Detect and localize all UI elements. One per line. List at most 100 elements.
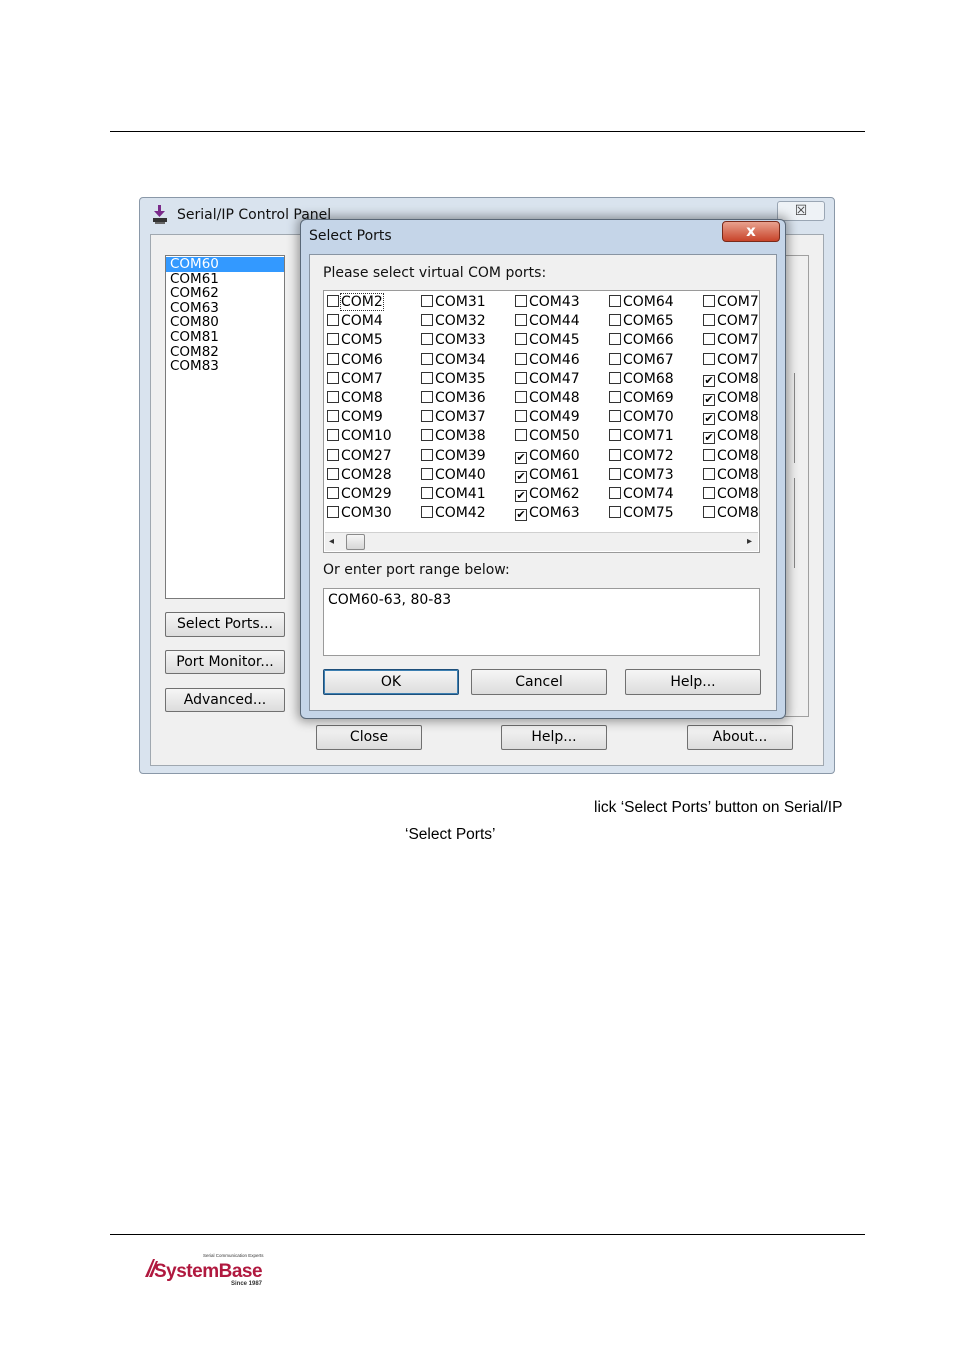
port-checkbox-item[interactable]: COM69 (609, 389, 674, 407)
port-checkbox-item[interactable]: COM42 (421, 504, 486, 522)
port-checkbox-item[interactable]: COM46 (515, 351, 580, 369)
checkbox-unchecked-icon[interactable] (421, 429, 433, 442)
checkbox-unchecked-icon[interactable] (703, 506, 715, 519)
port-checkbox-item[interactable]: COM5 (327, 331, 383, 349)
port-checkbox-item[interactable]: COM44 (515, 312, 580, 330)
port-checkbox-item[interactable]: COM30 (327, 504, 392, 522)
advanced-button[interactable]: Advanced... (165, 688, 285, 712)
scroll-left-icon[interactable]: ◂ (329, 536, 334, 547)
checkbox-unchecked-icon[interactable] (515, 429, 527, 442)
port-checkbox-item[interactable]: COM33 (421, 331, 486, 349)
port-checkbox-item[interactable]: COM64 (609, 293, 674, 311)
checkbox-checked-icon[interactable]: ✔ (515, 470, 527, 483)
checkbox-unchecked-icon[interactable] (327, 352, 339, 365)
port-checkbox-item[interactable]: COM6 (327, 351, 383, 369)
checkbox-unchecked-icon[interactable] (327, 506, 339, 519)
port-checkbox-item[interactable]: COM73 (609, 466, 674, 484)
scroll-right-icon[interactable]: ▸ (747, 536, 752, 547)
checkbox-unchecked-icon[interactable] (703, 448, 715, 461)
port-range-input[interactable]: COM60-63, 80-83 (323, 588, 760, 656)
scroll-thumb[interactable] (346, 534, 365, 550)
port-list-item[interactable]: COM83 (166, 359, 284, 374)
port-checkbox-item[interactable]: COM35 (421, 370, 486, 388)
port-monitor-button[interactable]: Port Monitor... (165, 650, 285, 674)
port-checkbox-item[interactable]: COM7 (327, 370, 383, 388)
checkbox-unchecked-icon[interactable] (515, 314, 527, 327)
port-list-item[interactable]: COM62 (166, 286, 284, 301)
port-checkbox-item[interactable]: COM38 (421, 427, 486, 445)
port-checkbox-item[interactable]: COM7 (703, 312, 759, 330)
checkbox-unchecked-icon[interactable] (609, 391, 621, 403)
port-checkbox-item[interactable]: COM41 (421, 485, 486, 503)
checkbox-unchecked-icon[interactable] (609, 295, 621, 307)
checkbox-unchecked-icon[interactable] (421, 314, 433, 327)
port-checkbox-item[interactable]: COM8 (703, 504, 759, 522)
port-checkbox-item[interactable]: COM70 (609, 408, 674, 426)
checkbox-unchecked-icon[interactable] (609, 448, 621, 461)
checkbox-unchecked-icon[interactable] (515, 352, 527, 365)
checkbox-unchecked-icon[interactable] (703, 314, 715, 327)
port-checkbox-item[interactable]: COM29 (327, 485, 392, 503)
checkbox-unchecked-icon[interactable] (703, 487, 715, 499)
port-checkbox-item[interactable]: COM7 (703, 351, 759, 369)
port-checkbox-item[interactable]: COM8 (703, 466, 759, 484)
port-list-item[interactable]: COM80 (166, 315, 284, 330)
port-checkbox-item[interactable]: COM43 (515, 293, 580, 311)
outer-help-button[interactable]: Help... (501, 725, 607, 750)
port-list-item[interactable]: COM61 (166, 271, 284, 287)
checkbox-unchecked-icon[interactable] (609, 314, 621, 327)
port-checkbox-item[interactable]: COM36 (421, 389, 486, 407)
port-list-item[interactable]: COM60 (166, 257, 284, 272)
port-checkbox-item[interactable]: COM49 (515, 408, 580, 426)
checkbox-unchecked-icon[interactable] (609, 506, 621, 519)
port-checkbox-item[interactable]: ✔ COM8 (703, 370, 759, 388)
port-checkbox-item[interactable]: COM8 (327, 389, 383, 407)
checkbox-checked-icon[interactable]: ✔ (515, 509, 527, 522)
port-checkbox-item[interactable]: ✔ COM63 (515, 504, 580, 522)
checkbox-unchecked-icon[interactable] (609, 333, 621, 346)
port-checkbox-item[interactable]: COM9 (327, 408, 383, 426)
port-checkbox-item[interactable]: COM45 (515, 331, 580, 349)
select-ports-button[interactable]: Select Ports... (165, 612, 285, 637)
checkbox-unchecked-icon[interactable] (327, 487, 339, 499)
port-checkbox-item[interactable]: COM74 (609, 485, 674, 503)
port-checkbox-item[interactable]: COM65 (609, 312, 674, 330)
port-checkbox-item[interactable]: ✔ COM8 (703, 408, 759, 426)
checkbox-unchecked-icon[interactable] (609, 371, 621, 384)
port-checkbox-item[interactable]: ✔ COM61 (515, 466, 580, 484)
ok-button[interactable]: OK (323, 669, 459, 695)
checkbox-unchecked-icon[interactable] (421, 467, 433, 480)
checkbox-unchecked-icon[interactable] (515, 391, 527, 403)
checkbox-unchecked-icon[interactable] (515, 410, 527, 423)
checkbox-unchecked-icon[interactable] (703, 467, 715, 480)
port-listbox[interactable]: COM60 COM61 COM62 COM63 COM80 COM81 COM82 COM83 (165, 255, 285, 599)
checkbox-unchecked-icon[interactable] (327, 467, 339, 480)
checkbox-unchecked-icon[interactable] (421, 333, 433, 346)
checkbox-unchecked-icon[interactable] (327, 410, 339, 423)
checkbox-unchecked-icon[interactable] (609, 487, 621, 499)
checkbox-unchecked-icon[interactable] (327, 429, 339, 442)
checkbox-unchecked-icon[interactable] (327, 333, 339, 346)
grid-horizontal-scrollbar[interactable]: ◂ ▸ (325, 532, 758, 551)
port-checkbox-item[interactable]: COM7 (703, 331, 759, 349)
checkbox-unchecked-icon[interactable] (703, 352, 715, 365)
port-checkbox-item[interactable]: COM68 (609, 370, 674, 388)
checkbox-unchecked-icon[interactable] (421, 371, 433, 384)
port-checkbox-item[interactable]: COM66 (609, 331, 674, 349)
port-checkbox-item[interactable]: ✔ COM8 (703, 427, 759, 445)
close-button[interactable]: Close (316, 725, 422, 750)
port-checkbox-item[interactable]: COM7 (703, 293, 759, 311)
checkbox-checked-icon[interactable]: ✔ (703, 374, 715, 387)
checkbox-unchecked-icon[interactable] (421, 487, 433, 499)
port-checkbox-item[interactable]: COM67 (609, 351, 674, 369)
port-checkbox-item[interactable]: COM10 (327, 427, 392, 445)
checkbox-unchecked-icon[interactable] (327, 314, 339, 327)
checkbox-unchecked-icon[interactable] (515, 295, 527, 307)
port-checkbox-item[interactable]: COM40 (421, 466, 486, 484)
about-button[interactable]: About... (687, 725, 793, 750)
checkbox-unchecked-icon[interactable] (327, 371, 339, 384)
checkbox-unchecked-icon[interactable] (609, 429, 621, 442)
checkbox-unchecked-icon[interactable] (421, 391, 433, 403)
port-checkbox-item[interactable]: COM4 (327, 312, 383, 330)
port-list-item[interactable]: COM63 (166, 301, 284, 316)
